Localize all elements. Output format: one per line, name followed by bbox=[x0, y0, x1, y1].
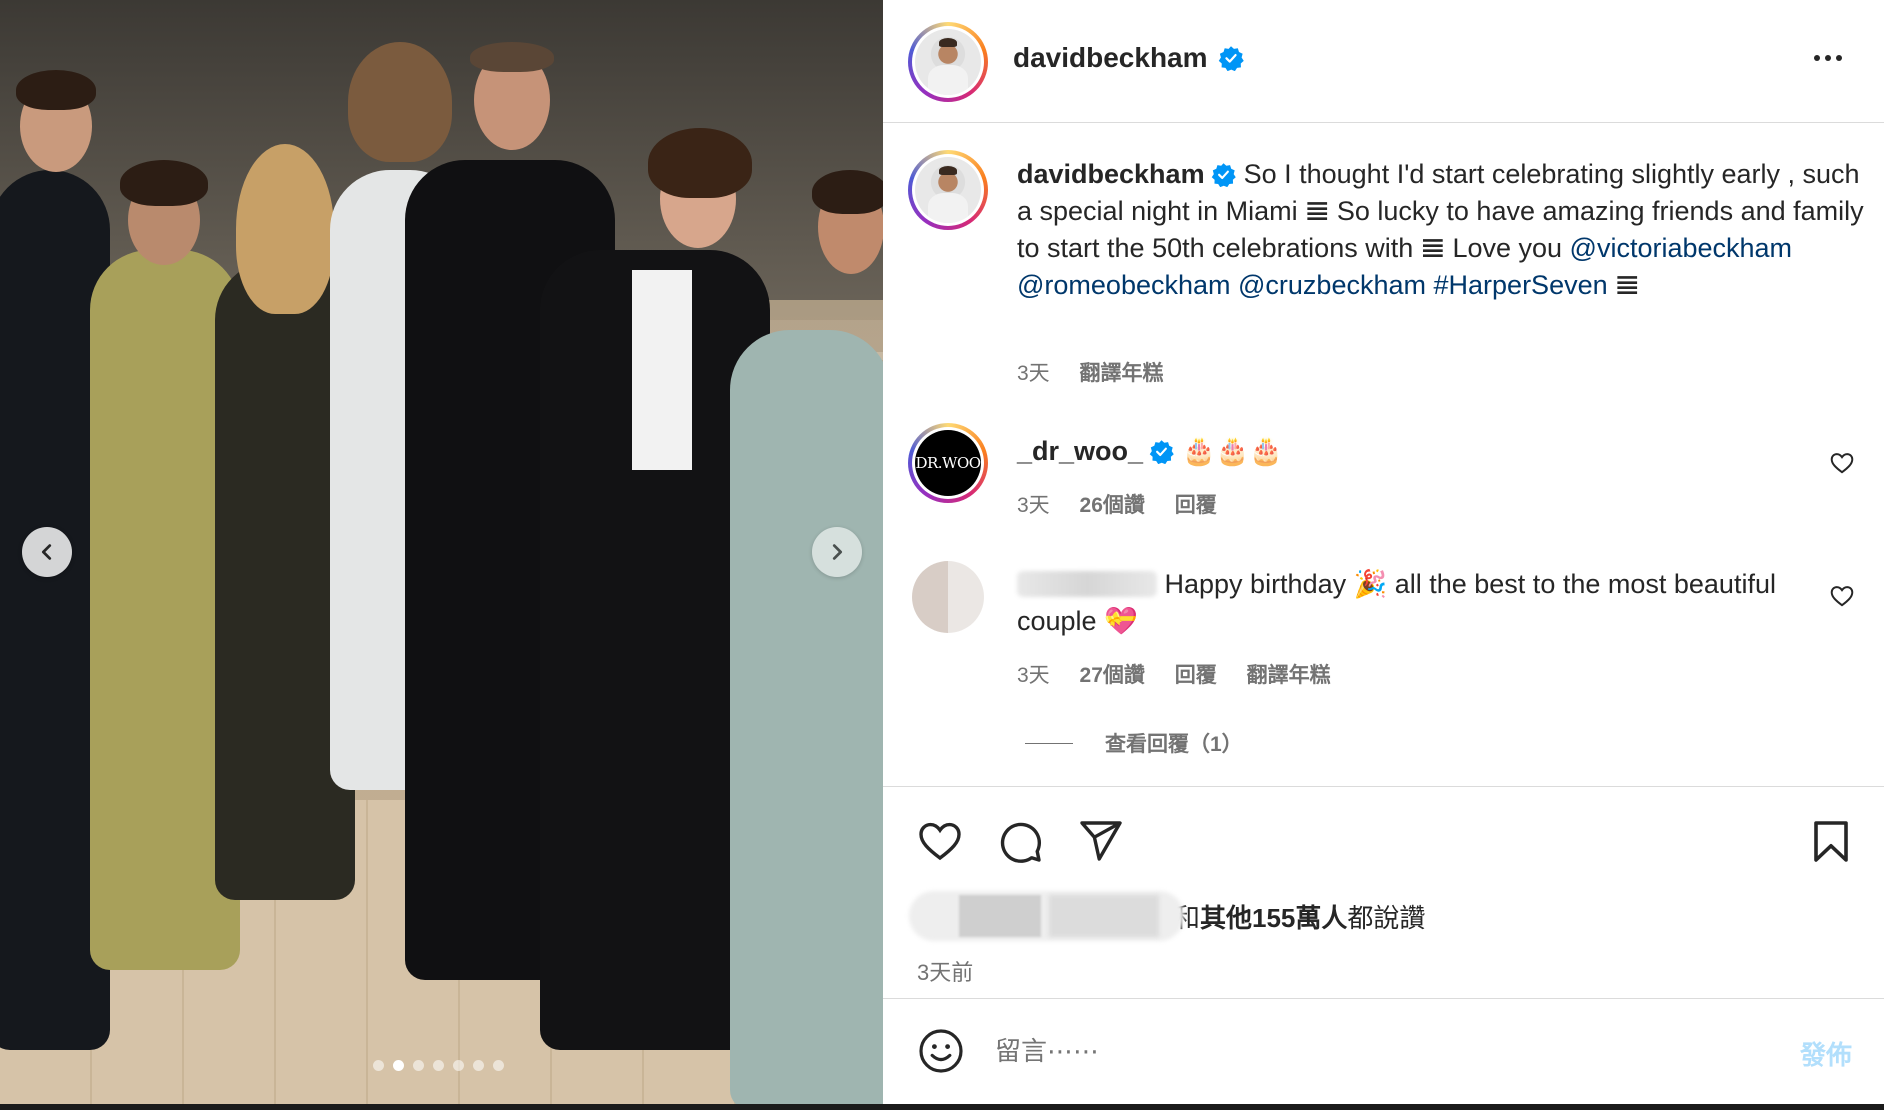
comment-1-time[interactable]: 3天 bbox=[1017, 494, 1050, 517]
likes-count[interactable]: 其他155萬人 bbox=[1200, 898, 1347, 935]
liker-avatars-blurred bbox=[909, 891, 1184, 941]
comment-2: Happy birthday 🎉 all the best to the mos… bbox=[1017, 566, 1847, 640]
hashtag-harperseven[interactable]: #HarperSeven bbox=[1434, 270, 1608, 300]
comment-2-likes[interactable]: 27個讚 bbox=[1080, 664, 1145, 687]
paper-plane-icon[interactable] bbox=[1076, 817, 1124, 865]
mention-cruzbeckham[interactable]: @cruzbeckham bbox=[1238, 270, 1426, 300]
heart-icon[interactable] bbox=[916, 817, 964, 865]
carousel-dot bbox=[433, 1060, 444, 1071]
comment-1-reply-button[interactable]: 回覆 bbox=[1175, 494, 1217, 517]
caption: davidbeckham So I thought I'd start cele… bbox=[1017, 156, 1867, 304]
post-side-panel: davidbeckham davidbeckham So I thought I… bbox=[883, 0, 1884, 1104]
post-media[interactable] bbox=[0, 0, 883, 1104]
comment-1: _dr_woo_ 🎂🎂🎂 bbox=[1017, 433, 1283, 470]
likes-summary-suffix: 都說讚 bbox=[1347, 902, 1426, 933]
mention-romeobeckham[interactable]: @romeobeckham bbox=[1017, 270, 1231, 300]
carousel-prev-button[interactable] bbox=[22, 527, 72, 577]
carousel-dot bbox=[473, 1060, 484, 1071]
comment-2-translate-button[interactable]: 翻譯年糕 bbox=[1247, 664, 1331, 687]
verified-badge-icon bbox=[1218, 46, 1244, 71]
likes-summary[interactable]: 和 其他155萬人 都說讚 bbox=[909, 891, 1425, 941]
author-username[interactable]: davidbeckham bbox=[1013, 42, 1208, 73]
author-avatar[interactable] bbox=[908, 22, 988, 102]
comment-avatar-logo: DR.WOO bbox=[915, 430, 981, 496]
comment-bubble-icon[interactable] bbox=[996, 817, 1044, 865]
verified-badge-icon bbox=[1211, 163, 1236, 187]
carousel-dot bbox=[393, 1060, 404, 1071]
carousel-dot bbox=[493, 1060, 504, 1071]
caption-emoji-2: 𝌆 bbox=[1420, 233, 1445, 264]
post-time-ago[interactable]: 3天前 bbox=[917, 955, 973, 987]
add-comment-bar: 發佈 bbox=[883, 998, 1884, 1104]
carousel-dot bbox=[373, 1060, 384, 1071]
caption-emoji-1: 𝌆 bbox=[1305, 196, 1330, 227]
comment-2-meta: 3天 27個讚 回覆 翻譯年糕 bbox=[1017, 659, 1331, 689]
caption-author-avatar[interactable] bbox=[908, 150, 988, 230]
carousel-dot bbox=[413, 1060, 424, 1071]
author-name-row: davidbeckham bbox=[1013, 42, 1244, 74]
carousel-dot bbox=[453, 1060, 464, 1071]
bookmark-icon[interactable] bbox=[1807, 817, 1855, 865]
comment-1-meta: 3天 26個讚 回覆 bbox=[1017, 489, 1217, 519]
comment-2-time[interactable]: 3天 bbox=[1017, 664, 1050, 687]
caption-emoji-3: 𝌆 bbox=[1615, 270, 1640, 301]
post-header: davidbeckham bbox=[883, 0, 1884, 123]
chevron-left-icon bbox=[41, 544, 52, 560]
view-replies-line bbox=[1025, 742, 1073, 744]
carousel-indicator bbox=[373, 1060, 504, 1071]
chevron-right-icon bbox=[832, 544, 843, 560]
view-replies-label: 查看回覆（1） bbox=[1105, 733, 1243, 756]
comment-1-text: 🎂🎂🎂 bbox=[1182, 436, 1283, 466]
caption-translate-button[interactable]: 翻譯年糕 bbox=[1080, 362, 1164, 385]
comment-input[interactable] bbox=[995, 1031, 1645, 1071]
comment-avatar-blurred[interactable] bbox=[912, 561, 984, 633]
post-actions: 和 其他155萬人 都說讚 3天前 bbox=[883, 786, 1884, 1000]
mention-victoriabeckham[interactable]: @victoriabeckham bbox=[1570, 233, 1793, 263]
caption-text-3: Love you bbox=[1444, 233, 1570, 263]
caption-time[interactable]: 3天 bbox=[1017, 362, 1050, 385]
smiley-icon[interactable] bbox=[917, 1027, 965, 1075]
comment-1-username[interactable]: _dr_woo_ bbox=[1017, 436, 1143, 466]
comment-avatar-dr-woo[interactable]: DR.WOO bbox=[908, 423, 988, 503]
more-horizontal-icon bbox=[1814, 55, 1820, 61]
verified-badge-icon bbox=[1149, 440, 1174, 464]
comment-1-likes[interactable]: 26個讚 bbox=[1080, 494, 1145, 517]
comment-2-username-blurred[interactable] bbox=[1017, 571, 1157, 597]
caption-meta: 3天 翻譯年糕 bbox=[1017, 357, 1164, 387]
caption-username[interactable]: davidbeckham bbox=[1017, 159, 1205, 189]
comment-1-like-icon[interactable] bbox=[1829, 450, 1855, 476]
comment-2-reply-button[interactable]: 回覆 bbox=[1175, 664, 1217, 687]
comment-2-like-icon[interactable] bbox=[1829, 583, 1855, 609]
more-options-button[interactable] bbox=[1814, 48, 1850, 68]
post-comment-button[interactable]: 發佈 bbox=[1800, 1035, 1852, 1072]
view-replies-button[interactable]: 查看回覆（1） bbox=[1025, 728, 1243, 758]
carousel-next-button[interactable] bbox=[812, 527, 862, 577]
